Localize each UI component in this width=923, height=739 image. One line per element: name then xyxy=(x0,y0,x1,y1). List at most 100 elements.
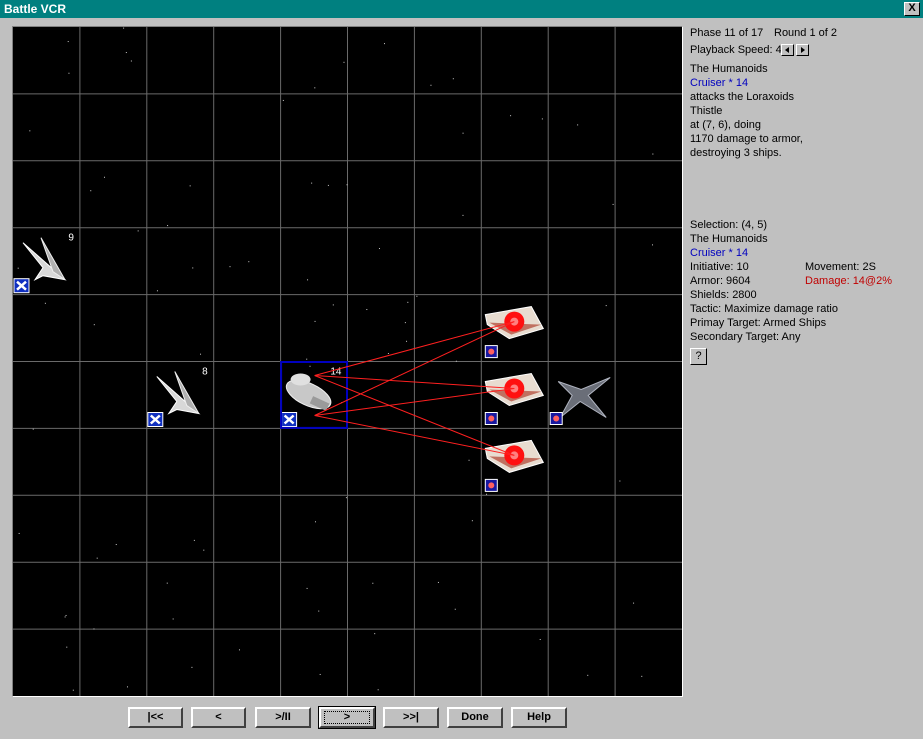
playback-speed-label: Playback Speed: 4 xyxy=(690,44,782,56)
help-button[interactable]: Help xyxy=(511,707,567,728)
star xyxy=(577,124,579,126)
star xyxy=(72,689,74,691)
star xyxy=(318,610,320,612)
star xyxy=(166,582,168,584)
star xyxy=(510,115,512,117)
star xyxy=(437,581,439,583)
star xyxy=(416,295,418,297)
star xyxy=(203,549,205,551)
star xyxy=(44,302,46,304)
star xyxy=(539,638,541,640)
star xyxy=(66,646,68,648)
star xyxy=(468,459,470,461)
star xyxy=(130,60,132,62)
selection-ship: Cruiser * 14 xyxy=(690,247,749,259)
star xyxy=(90,190,92,192)
selection-damage: Damage: 14@2% xyxy=(805,275,892,287)
cruiser-bridge xyxy=(290,373,311,386)
star xyxy=(156,290,158,292)
owner-emblem xyxy=(488,415,495,422)
star xyxy=(17,267,19,269)
star xyxy=(93,628,95,630)
owner-emblem xyxy=(488,482,495,489)
close-icon: X xyxy=(908,2,916,14)
exploding-ship-icon[interactable] xyxy=(484,306,545,359)
star xyxy=(192,267,194,269)
star xyxy=(65,614,67,616)
star xyxy=(314,521,316,523)
selection-primary-target: Primay Target: Armed Ships xyxy=(690,317,827,329)
event-attacker-ship: Cruiser * 14 xyxy=(690,77,749,89)
event-target: Thistle xyxy=(690,105,723,117)
selection-tactic: Tactic: Maximize damage ratio xyxy=(690,303,838,315)
star xyxy=(541,118,543,120)
ship-count-label: 8 xyxy=(202,367,208,378)
star xyxy=(407,301,409,303)
next-phase-button[interactable]: > xyxy=(318,706,376,729)
station-hull xyxy=(557,377,611,418)
exploding-ship-icon[interactable] xyxy=(484,439,545,492)
battle-station-icon[interactable] xyxy=(549,377,611,425)
right-arrow-icon xyxy=(801,47,805,53)
event-location: at (7, 6), doing xyxy=(690,119,761,131)
battle-grid[interactable]: 9 8 14 xyxy=(12,26,683,697)
star xyxy=(307,279,309,281)
selection-secondary-target: Secondary Target: Any xyxy=(690,331,801,343)
exploding-ship-icon[interactable] xyxy=(484,372,545,425)
cruiser-ship-icon[interactable]: 14 xyxy=(280,361,349,429)
fighter-ship-icon[interactable]: 9 xyxy=(13,233,74,294)
star xyxy=(343,61,345,63)
star xyxy=(93,324,95,326)
fighter-ship-icon[interactable]: 8 xyxy=(147,367,208,427)
speed-decrease-button[interactable] xyxy=(781,44,794,56)
window-title: Battle VCR xyxy=(4,2,67,16)
event-result: destroying 3 ships. xyxy=(690,147,782,159)
star xyxy=(311,182,313,184)
star xyxy=(191,666,193,668)
star xyxy=(306,587,308,589)
done-button[interactable]: Done xyxy=(447,707,503,728)
play-pause-button[interactable]: >/II xyxy=(255,707,311,728)
star xyxy=(378,248,380,250)
star xyxy=(32,428,34,430)
close-button[interactable]: X xyxy=(904,2,920,16)
round-text: Round 1 of 2 xyxy=(774,27,837,39)
star xyxy=(18,532,20,534)
star xyxy=(306,358,308,360)
star xyxy=(454,608,456,610)
star xyxy=(633,602,635,604)
star xyxy=(605,305,607,307)
battle-map[interactable]: 9 8 14 xyxy=(13,27,682,696)
star xyxy=(587,674,589,676)
star xyxy=(123,27,125,29)
star xyxy=(200,353,202,355)
star xyxy=(430,84,432,86)
star xyxy=(345,497,347,499)
last-phase-button[interactable]: >>| xyxy=(383,707,439,728)
star xyxy=(314,320,316,322)
selection-shields: Shields: 2800 xyxy=(690,289,757,301)
star xyxy=(137,230,139,232)
event-damage: 1170 damage to armor, xyxy=(690,133,803,145)
owner-emblem xyxy=(553,415,560,422)
star xyxy=(238,649,240,651)
star xyxy=(103,176,105,178)
star xyxy=(229,266,231,268)
previous-phase-button[interactable]: < xyxy=(191,707,246,728)
selection-help-button[interactable]: ? xyxy=(690,348,707,365)
selection-label: Selection: (4, 5) xyxy=(690,219,768,231)
star xyxy=(346,184,348,186)
star xyxy=(455,360,457,362)
star xyxy=(641,675,643,677)
speed-increase-button[interactable] xyxy=(796,44,809,56)
star xyxy=(115,544,117,546)
star xyxy=(126,686,128,688)
star xyxy=(332,304,334,306)
ship-count-label: 9 xyxy=(68,233,74,244)
star xyxy=(314,87,316,89)
selection-armor: Armor: 9604 xyxy=(690,275,751,287)
first-phase-button[interactable]: |<< xyxy=(128,707,183,728)
selection-race: The Humanoids xyxy=(690,233,768,245)
star xyxy=(404,322,406,324)
star xyxy=(282,99,284,101)
